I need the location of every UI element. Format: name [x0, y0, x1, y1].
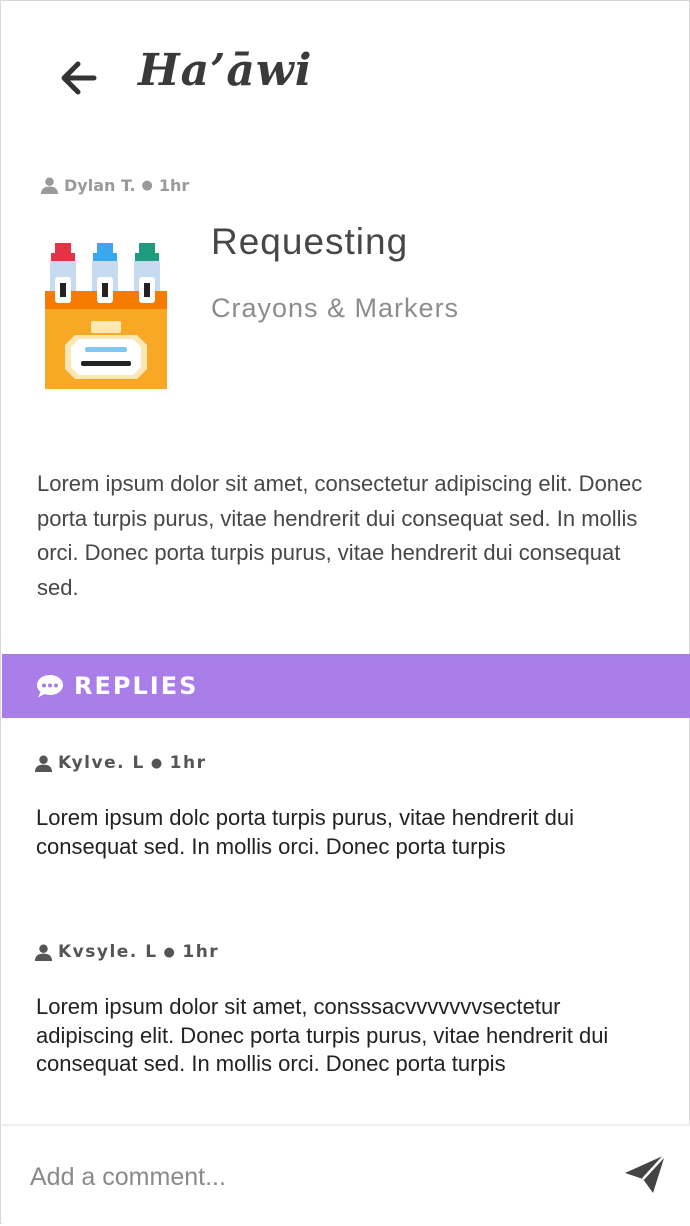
replies-title: REPLIES [74, 672, 199, 700]
user-icon [41, 177, 58, 194]
reply-meta: Kvsyle. L ● 1hr [35, 942, 219, 962]
send-icon [625, 1154, 666, 1193]
meta-separator: ● [163, 944, 177, 960]
arrow-left-icon [61, 61, 97, 95]
send-button[interactable] [619, 1148, 671, 1200]
reply-time: 1hr [169, 753, 207, 773]
user-icon [35, 944, 52, 961]
reply-author: Kylve. L [58, 753, 145, 773]
reply-body: Lorem ipsum dolc porta turpis purus, vit… [36, 805, 575, 859]
user-icon [35, 755, 52, 772]
post-body: Lorem ipsum dolor sit amet, consectetur … [37, 471, 643, 600]
back-button[interactable] [53, 53, 103, 103]
replies-header: REPLIES [2, 654, 690, 718]
post-category: Crayons & Markers [211, 293, 460, 323]
chat-bubble-icon [37, 675, 63, 698]
post-type: Requesting [211, 221, 409, 262]
crayon-box-icon [45, 243, 167, 389]
comment-input[interactable] [28, 1154, 592, 1200]
reply-author: Kvsyle. L [58, 942, 158, 962]
app-title: Ha’āwi [138, 45, 313, 96]
reply-time: 1hr [182, 942, 220, 962]
screen-frame: Ha’āwi Dylan T. ● 1hr Requesting Crayons… [0, 0, 690, 1226]
reply-body: Lorem ipsum dolor sit amet, consssacvvvv… [36, 994, 609, 1076]
post-meta: Dylan T. ● 1hr [41, 176, 189, 195]
reply-meta: Kylve. L ● 1hr [35, 753, 207, 773]
meta-separator: ● [150, 755, 164, 771]
meta-separator: ● [141, 178, 153, 193]
post-author: Dylan T. [64, 176, 136, 195]
comment-bar [2, 1124, 690, 1226]
post-time: 1hr [158, 176, 190, 195]
